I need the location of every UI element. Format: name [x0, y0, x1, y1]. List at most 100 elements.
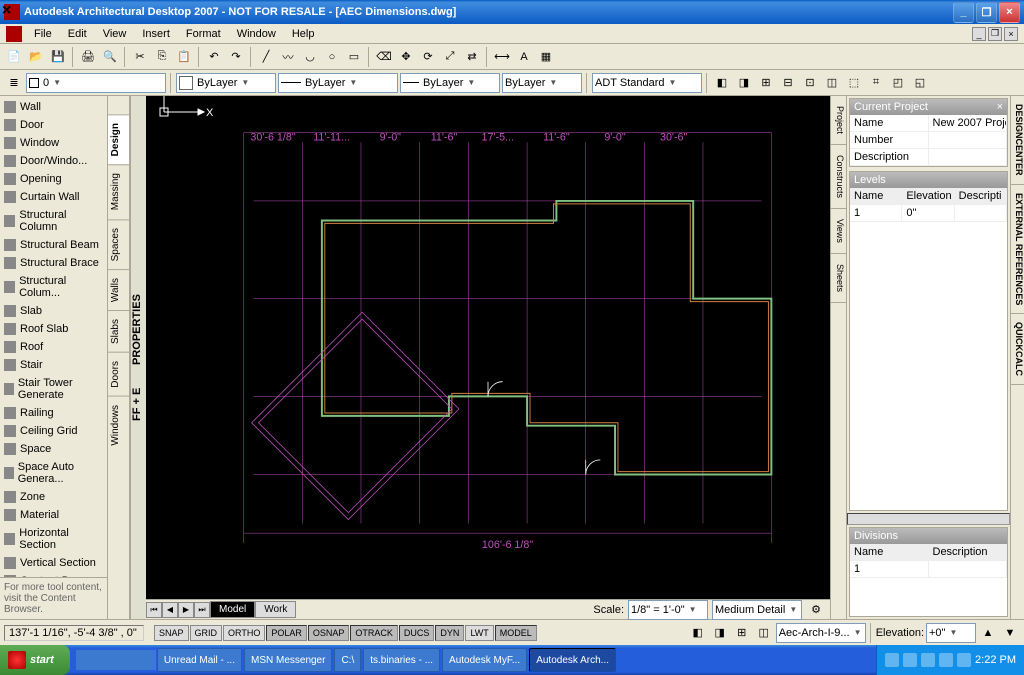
palette-item[interactable]: Zone: [2, 488, 105, 506]
palette-item[interactable]: Structural Beam: [2, 236, 105, 254]
tab-first-button[interactable]: ⏮: [146, 602, 162, 618]
hscroll[interactable]: [847, 513, 1010, 525]
tray-icon[interactable]: [903, 653, 917, 667]
clock[interactable]: 2:22 PM: [975, 654, 1016, 666]
palette-item[interactable]: Wall: [2, 98, 105, 116]
rect-button[interactable]: ▭: [344, 47, 364, 67]
status-toggle-lwt[interactable]: LWT: [465, 625, 493, 641]
palette-item[interactable]: Railing: [2, 404, 105, 422]
redo-button[interactable]: ↷: [226, 47, 246, 67]
tool-i[interactable]: ◰: [888, 73, 908, 93]
scale-combo[interactable]: 1/8" = 1'-0"▼: [628, 600, 708, 620]
layer-props-button[interactable]: ≣: [4, 73, 24, 93]
designcenter-tab[interactable]: DESIGNCENTER: [1011, 96, 1024, 185]
tool-b[interactable]: ◨: [734, 73, 754, 93]
tab-last-button[interactable]: ⏭: [194, 602, 210, 618]
menu-view[interactable]: View: [95, 26, 135, 42]
maximize-button[interactable]: ❐: [976, 2, 997, 23]
color-combo[interactable]: ByLayer ▼: [176, 73, 276, 93]
drawing-canvas[interactable]: 30'-6 1/8" 11'-11... 9'-0" 11'-6" 17'-5.…: [146, 96, 830, 599]
dimstyle-combo[interactable]: ADT Standard ▼: [592, 73, 702, 93]
layer-combo[interactable]: 0 ▼: [26, 73, 166, 93]
tray-icon[interactable]: [921, 653, 935, 667]
polyline-button[interactable]: 〰: [278, 47, 298, 67]
palette-item[interactable]: Slab: [2, 302, 105, 320]
close-button[interactable]: ×: [999, 2, 1020, 23]
taskbar-task[interactable]: Autodesk MyF...: [442, 648, 527, 672]
palette-tab-walls[interactable]: Walls: [108, 269, 129, 310]
taskbar-task[interactable]: C:\: [334, 648, 361, 672]
arc-button[interactable]: ◡: [300, 47, 320, 67]
tool-h[interactable]: ⌗: [866, 73, 886, 93]
palette-item[interactable]: Material: [2, 506, 105, 524]
menu-insert[interactable]: Insert: [134, 26, 178, 42]
circle-button[interactable]: ○: [322, 47, 342, 67]
palette-item[interactable]: Roof Slab: [2, 320, 105, 338]
text-button[interactable]: A: [514, 47, 534, 67]
palette-item[interactable]: Structural Colum...: [2, 272, 105, 302]
save-button[interactable]: 💾: [48, 47, 68, 67]
sheets-tab[interactable]: Sheets: [831, 254, 846, 303]
tab-prev-button[interactable]: ◀: [162, 602, 178, 618]
status-toggle-ortho[interactable]: ORTHO: [223, 625, 265, 641]
tool-a[interactable]: ◧: [712, 73, 732, 93]
palette-item[interactable]: Space: [2, 440, 105, 458]
tray-icon[interactable]: [957, 653, 971, 667]
quickcalc-tab[interactable]: QUICKCALC: [1011, 314, 1024, 385]
status-toggle-grid[interactable]: GRID: [190, 625, 223, 641]
new-button[interactable]: 📄: [4, 47, 24, 67]
print-button[interactable]: 🖨: [78, 47, 98, 67]
palette-item[interactable]: Window: [2, 134, 105, 152]
quicklaunch-b[interactable]: [96, 650, 116, 670]
menu-edit[interactable]: Edit: [60, 26, 95, 42]
preview-button[interactable]: 🔍: [100, 47, 120, 67]
menu-format[interactable]: Format: [178, 26, 229, 42]
panel-close-icon[interactable]: ×: [997, 101, 1003, 113]
taskbar-task[interactable]: Autodesk Arch...: [529, 648, 616, 672]
tool-d[interactable]: ⊟: [778, 73, 798, 93]
erase-button[interactable]: ⌫: [374, 47, 394, 67]
cut-button[interactable]: ✂: [130, 47, 150, 67]
palette-item[interactable]: Vertical Section: [2, 554, 105, 572]
status-toggle-model[interactable]: MODEL: [495, 625, 537, 641]
properties-palette-bar[interactable]: FF + E PROPERTIES: [130, 96, 146, 619]
palette-tab-slabs[interactable]: Slabs: [108, 310, 129, 352]
palette-tab-windows[interactable]: Windows: [108, 396, 129, 454]
palette-tab-spaces[interactable]: Spaces: [108, 219, 129, 269]
tray-icon[interactable]: [939, 653, 953, 667]
menu-file[interactable]: File: [26, 26, 60, 42]
copy-button[interactable]: ⎘: [152, 47, 172, 67]
palette-item[interactable]: Structural Brace: [2, 254, 105, 272]
tab-next-button[interactable]: ▶: [178, 602, 194, 618]
work-tab[interactable]: Work: [255, 601, 296, 618]
taskbar-task[interactable]: MSN Messenger: [244, 648, 332, 672]
tool-f[interactable]: ◫: [822, 73, 842, 93]
system-tray[interactable]: 2:22 PM: [876, 645, 1024, 675]
dimension-button[interactable]: ⟷: [492, 47, 512, 67]
project-prop-row[interactable]: NameNew 2007 Project: [850, 115, 1007, 132]
detail-combo[interactable]: Medium Detail▼: [712, 600, 802, 620]
project-prop-row[interactable]: Description: [850, 149, 1007, 166]
quicklaunch-c[interactable]: [116, 650, 136, 670]
status-toggle-osnap[interactable]: OSNAP: [308, 625, 350, 641]
status-toggle-ducs[interactable]: DUCS: [399, 625, 435, 641]
scale-button[interactable]: ⤢: [440, 47, 460, 67]
mdi-minimize-button[interactable]: _: [972, 27, 986, 41]
project-tab[interactable]: Project: [831, 96, 846, 145]
status-toggle-otrack[interactable]: OTRACK: [350, 625, 398, 641]
linetype-combo[interactable]: ByLayer ▼: [278, 73, 398, 93]
taskbar-task[interactable]: Unread Mail - ...: [157, 648, 242, 672]
start-button[interactable]: start: [0, 645, 70, 675]
palette-item[interactable]: Space Auto Genera...: [2, 458, 105, 488]
palette-close-icon[interactable]: ×: [2, 2, 11, 20]
xref-tab[interactable]: EXTERNAL REFERENCES: [1011, 185, 1024, 314]
menu-help[interactable]: Help: [284, 26, 323, 42]
palette-item[interactable]: Door/Windo...: [2, 152, 105, 170]
line-button[interactable]: ╱: [256, 47, 276, 67]
palette-item[interactable]: Stair Tower Generate: [2, 374, 105, 404]
palette-item[interactable]: Ceiling Grid: [2, 422, 105, 440]
taskbar-task[interactable]: ts.binaries - ...: [363, 648, 440, 672]
constructs-tab[interactable]: Constructs: [831, 145, 846, 209]
menu-window[interactable]: Window: [229, 26, 284, 42]
minimize-button[interactable]: _: [953, 2, 974, 23]
